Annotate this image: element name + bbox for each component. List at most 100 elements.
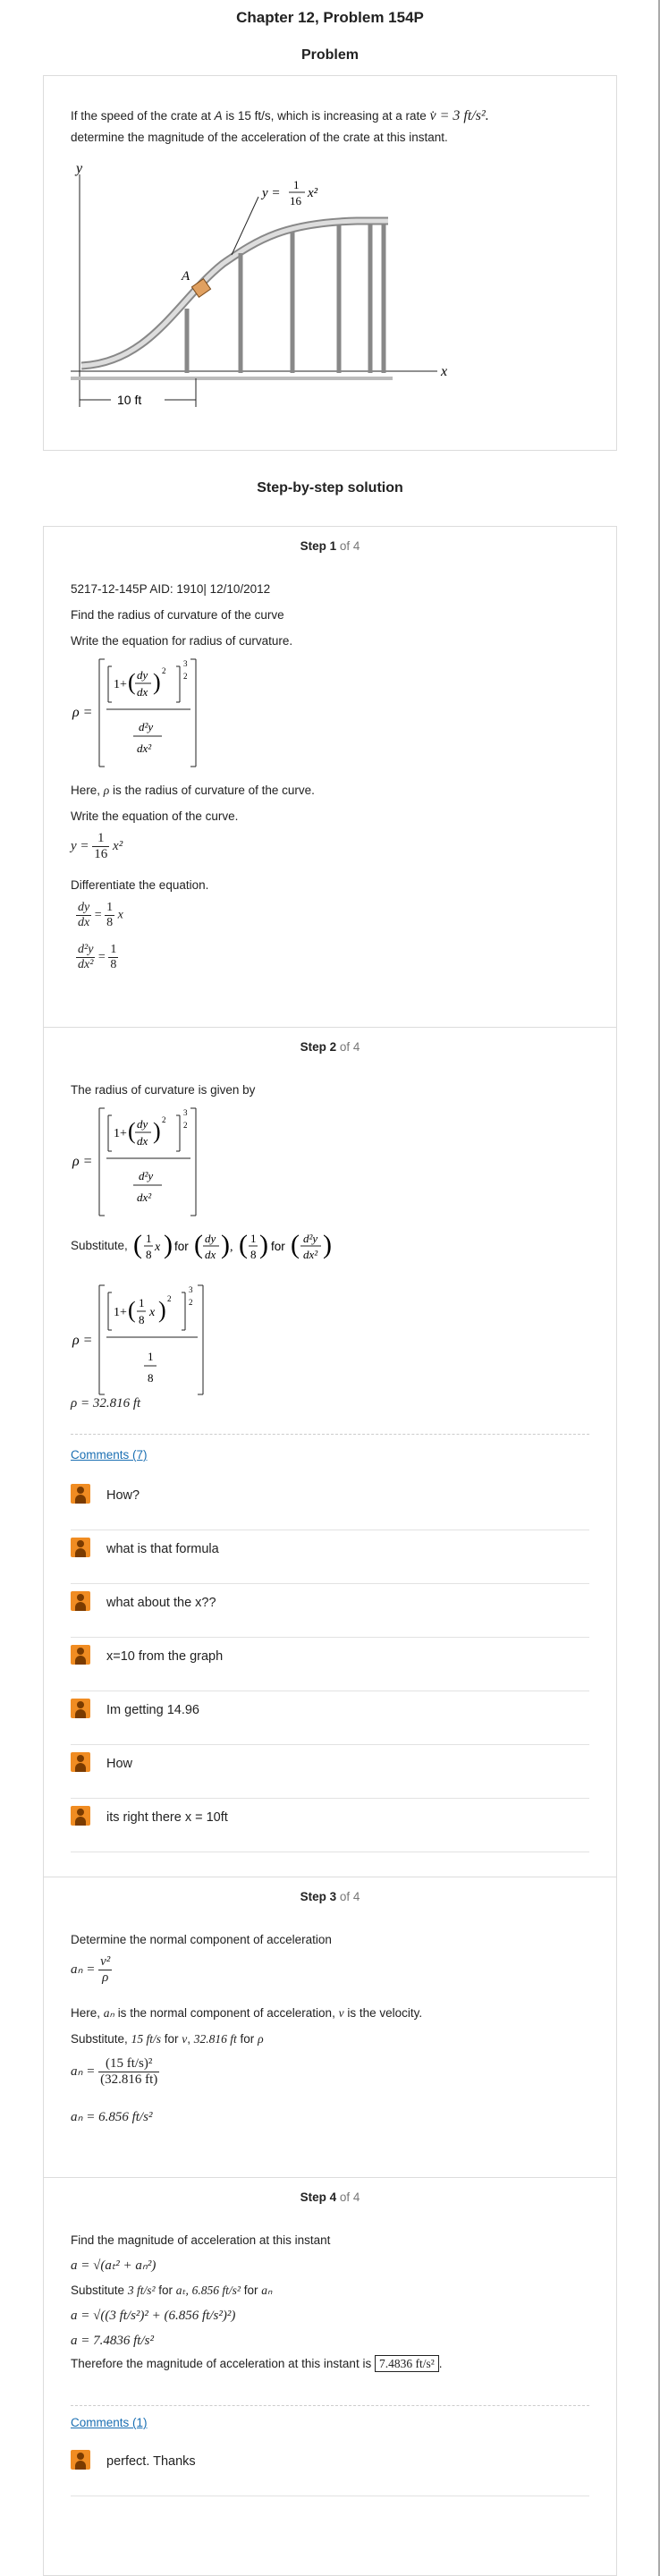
svg-text:(: (: [291, 1230, 300, 1259]
svg-text:3: 3: [189, 1285, 193, 1294]
step-1-write-radius: Write the equation for radius of curvatu…: [71, 634, 293, 648]
svg-text:2: 2: [162, 666, 166, 675]
svg-text:x: x: [148, 1306, 156, 1319]
svg-text:dx: dx: [205, 1248, 216, 1261]
svg-text:): ): [158, 1297, 166, 1323]
step-4-substitute: Substitute 3 ft/s² for aₜ, 6.856 ft/s² f…: [71, 2284, 273, 2297]
svg-text:8: 8: [250, 1248, 257, 1261]
solution-heading: Step-by-step solution: [257, 480, 403, 496]
svg-text:1: 1: [146, 1232, 152, 1245]
svg-text:1: 1: [250, 1232, 257, 1245]
step-3-normal-formula: aₙ = v² ρ: [71, 1954, 113, 1985]
step-4-conclusion: Therefore the magnitude of acceleration …: [71, 2355, 443, 2372]
step-1-aid: 5217-12-145P AID: 1910| 12/10/2012: [71, 582, 271, 596]
svg-text:for: for: [271, 1240, 285, 1253]
step-2-result: ρ = 32.816 ft: [71, 1396, 141, 1411]
svg-text:dx²: dx²: [137, 1191, 152, 1204]
curve-eq-den: 16: [290, 194, 302, 208]
problem-figure: y x A y = 1 16 x² 10 ft: [71, 161, 447, 409]
avatar[interactable]: [71, 1752, 90, 1772]
step-2-substitution-terms: ( 1 8 x ) for ( dy dx ) , ( 1 8 ) for ( …: [133, 1230, 332, 1261]
step-1-differentiate: Differentiate the equation.: [71, 878, 209, 892]
svg-text:8: 8: [148, 1371, 154, 1385]
svg-text:): ): [164, 1230, 173, 1259]
problem-card: If the speed of the crate at A is 15 ft/…: [43, 75, 617, 451]
problem-statement: If the speed of the crate at A is 15 ft/…: [71, 108, 489, 144]
svg-text:1+: 1+: [114, 1306, 127, 1319]
radius-formula-2: ρ = 1+ ( dy dx ) 2 3 2 d²y dx²: [72, 1107, 197, 1216]
step-1-first-derivative: dy dx = 18 x: [76, 901, 123, 929]
step-3-result: aₙ = 6.856 ft/s²: [71, 2110, 153, 2124]
step-4-card: Step 4 of 4 Find the magnitude of accele…: [43, 2177, 617, 2576]
step-4-magnitude-formula: a = √(aₜ² + aₙ²): [71, 2258, 157, 2273]
curve-eq-num: 1: [293, 178, 300, 191]
svg-text:2: 2: [183, 672, 188, 681]
avatar[interactable]: [71, 1591, 90, 1611]
avatar[interactable]: [71, 1538, 90, 1557]
svg-text:(: (: [194, 1230, 203, 1259]
svg-text:d²y: d²y: [139, 720, 153, 733]
svg-text:): ): [323, 1230, 332, 1259]
comment-item: what is that formula: [71, 1530, 589, 1584]
comments-link-step-4[interactable]: Comments (1): [71, 2416, 148, 2429]
svg-text:(: (: [128, 669, 136, 695]
svg-text:ρ =: ρ =: [72, 1333, 92, 1348]
svg-text:d²y: d²y: [139, 1169, 153, 1182]
step-2-intro: The radius of curvature is given by: [71, 1083, 256, 1097]
svg-text:8: 8: [139, 1313, 145, 1326]
svg-text:3: 3: [183, 659, 188, 668]
svg-text:dx²: dx²: [303, 1248, 318, 1261]
point-a-label: A: [181, 269, 190, 284]
step-1-write-curve: Write the equation of the curve.: [71, 809, 239, 823]
svg-text:): ): [221, 1230, 230, 1259]
avatar[interactable]: [71, 1645, 90, 1665]
page-title: Chapter 12, Problem 154P: [236, 9, 424, 26]
svg-text:dx: dx: [137, 1134, 148, 1148]
svg-text:dx: dx: [137, 685, 148, 699]
svg-text:2: 2: [167, 1294, 172, 1303]
svg-text:3: 3: [183, 1108, 188, 1117]
curve-eq-suffix: x²: [307, 186, 318, 200]
step-1-here: Here, ρ is the radius of curvature of th…: [71, 784, 315, 797]
final-answer: 7.4836 ft/s²: [374, 2355, 439, 2372]
svg-text:x: x: [154, 1241, 161, 1254]
comment-item: x=10 from the graph: [71, 1638, 589, 1691]
svg-text:(: (: [133, 1230, 142, 1259]
avatar[interactable]: [71, 1699, 90, 1718]
step-3-substitute: Substitute, 15 ft/s for v, 32.816 ft for…: [71, 2032, 264, 2046]
comment-item: How: [71, 1745, 589, 1799]
svg-text:2: 2: [189, 1298, 193, 1307]
svg-text:d²y: d²y: [303, 1232, 317, 1245]
svg-text:dy: dy: [205, 1232, 216, 1245]
curve-eq-prefix: y =: [260, 186, 281, 200]
svg-text:,: ,: [230, 1241, 233, 1254]
svg-text:): ): [259, 1230, 268, 1259]
svg-text:8: 8: [146, 1248, 152, 1261]
avatar[interactable]: [71, 2450, 90, 2470]
step-4-header: Step 4 of 4: [300, 2190, 360, 2204]
dimension-label: 10 ft: [117, 393, 141, 407]
svg-text:1: 1: [148, 1350, 154, 1363]
svg-text:dy: dy: [137, 668, 148, 682]
svg-text:1+: 1+: [114, 1127, 127, 1140]
svg-text:dy: dy: [137, 1117, 148, 1131]
comments-link-step-2[interactable]: Comments (7): [71, 1448, 148, 1462]
step-4-intro: Find the magnitude of acceleration at th…: [71, 2233, 331, 2247]
divider: [71, 1434, 589, 1435]
step-2-substitute: Substitute,: [71, 1239, 128, 1252]
step-2-card: Step 2 of 4 The radius of curvature is g…: [43, 1027, 617, 1877]
step-3-intro: Determine the normal component of accele…: [71, 1933, 332, 1946]
ground-base: [71, 377, 393, 380]
step-4-result: a = 7.4836 ft/s²: [71, 2334, 154, 2348]
avatar[interactable]: [71, 1806, 90, 1826]
svg-text:(: (: [239, 1230, 248, 1259]
svg-text:dx²: dx²: [137, 741, 152, 755]
track-curve-inner: [80, 218, 388, 369]
step-1-card: Step 1 of 4 5217-12-145P AID: 1910| 12/1…: [43, 526, 617, 1027]
step-3-calculation: aₙ = (15 ft/s)² (32.816 ft): [71, 2056, 160, 2087]
avatar[interactable]: [71, 1484, 90, 1504]
comment-item: Im getting 14.96: [71, 1691, 589, 1745]
comment-item: How?: [71, 1477, 589, 1530]
x-axis-label: x: [440, 364, 447, 379]
svg-text:2: 2: [162, 1115, 166, 1124]
